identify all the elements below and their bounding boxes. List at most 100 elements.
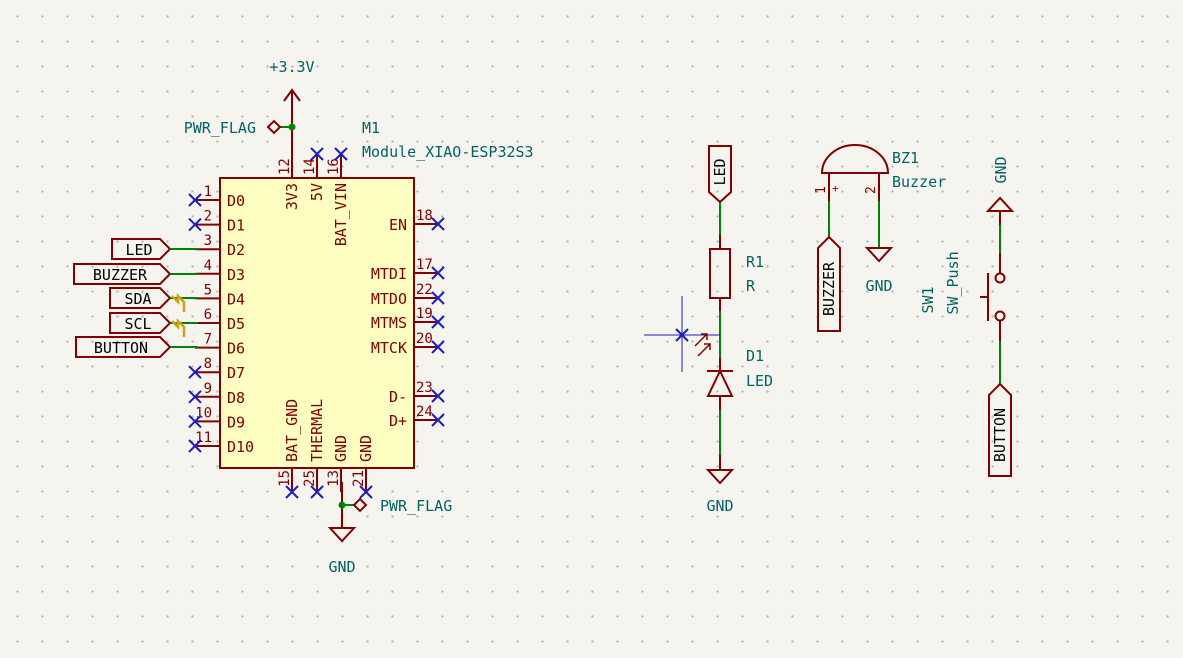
pin-name: MTDI	[371, 265, 407, 283]
gnd-main-label: GND	[328, 558, 355, 576]
power-gnd-switch[interactable]: GND	[985, 156, 1015, 225]
gnd-led-label: GND	[706, 497, 733, 515]
gnd-triangle-icon	[327, 527, 357, 543]
junction-dot	[338, 501, 346, 509]
net-label-text: SCL	[124, 315, 151, 333]
pwr-flag-diamond-icon	[266, 119, 282, 135]
pwr-flag-top[interactable]: PWR_FLAG	[184, 119, 296, 137]
pin-number: 23	[416, 380, 433, 396]
pin-name: 5V	[308, 183, 326, 201]
buzzer-ref: BZ1	[892, 149, 919, 167]
pin-number: 6	[204, 307, 212, 323]
net-label-buzzer[interactable]: BUZZER	[73, 263, 198, 285]
pin-number: 1	[204, 184, 212, 200]
net-label-scl[interactable]: SCL	[109, 312, 198, 337]
buzzer-pin2-num: 2	[864, 186, 879, 194]
pin-name: BAT_GND	[283, 399, 301, 462]
switch-contact-icon	[994, 272, 1006, 284]
pin-number: 5	[204, 282, 212, 298]
pin-number: 24	[416, 404, 433, 420]
power-gnd-buzzer[interactable]: GND	[864, 247, 894, 295]
module-value: Module_XIAO-ESP32S3	[362, 143, 534, 161]
pin-name: D0	[227, 192, 245, 210]
buzzer-value: Buzzer	[892, 173, 946, 191]
net-label-text: LED	[125, 241, 152, 259]
pin-name: MTMS	[371, 314, 407, 332]
net-label-text: BUTTON	[94, 339, 148, 357]
gnd-triangle-icon	[985, 196, 1015, 212]
no-connect-wire[interactable]	[644, 296, 720, 372]
resistor-ref: R1	[746, 253, 764, 271]
net-label-text: BUTTON	[991, 408, 1009, 462]
net-label-text: LED	[711, 158, 729, 185]
buzzer-pin1-num: 1	[814, 186, 829, 194]
buzzer-plus: +	[832, 182, 839, 195]
pin-number: 21	[351, 470, 367, 487]
pin-name: D3	[227, 266, 245, 284]
pin-number: 25	[302, 470, 318, 487]
net-label-button-right[interactable]: BUTTON	[988, 382, 1012, 477]
switch-sw1[interactable]: SW1 SW_Push	[919, 251, 1006, 341]
module-m1[interactable]: M1 Module_XIAO-ESP32S3 1 D02 D13 D24 D35 D46 D…	[188, 119, 534, 499]
pin-number: 17	[416, 257, 433, 273]
power-3v3[interactable]: +3.3V	[269, 58, 315, 154]
gnd-buzzer-label: GND	[865, 277, 892, 295]
pin-number: 7	[204, 332, 212, 348]
pin-name: D5	[227, 315, 245, 333]
pin-name: D10	[227, 438, 254, 456]
power-gnd-led[interactable]: GND	[705, 455, 735, 515]
pin-name: D+	[389, 412, 407, 430]
pin-number: 15	[277, 470, 293, 487]
pin-name: D1	[227, 217, 245, 235]
pin-name: GND	[357, 435, 375, 462]
led-d1[interactable]: D1 LED	[694, 333, 773, 410]
schematic-canvas[interactable]: M1 Module_XIAO-ESP32S3 1 D02 D13 D24 D35 D46 D…	[0, 0, 1183, 658]
pin-number: 9	[204, 381, 212, 397]
led-triangle-icon	[706, 368, 734, 397]
pin-name: 3V3	[283, 183, 301, 210]
pin-number: 22	[416, 282, 433, 298]
buzzer-body-icon	[820, 144, 890, 174]
gnd-triangle-icon	[705, 469, 735, 485]
pin-number: 13	[326, 470, 342, 487]
junction-dot	[288, 123, 296, 131]
pin-number: 2	[204, 209, 212, 225]
led-light-arrows-icon	[694, 333, 711, 357]
led-value: LED	[746, 372, 773, 390]
net-label-text: BUZZER	[93, 266, 148, 284]
pin-number: 19	[416, 306, 433, 322]
pin-name: D2	[227, 241, 245, 259]
net-label-button[interactable]: BUTTON	[75, 336, 198, 358]
switch-contact-icon	[994, 310, 1006, 322]
net-label-led-right[interactable]: LED	[708, 145, 732, 204]
pin-number: 18	[416, 208, 433, 224]
pin-name: GND	[332, 435, 350, 462]
net-label-sda[interactable]: SDA	[109, 287, 198, 312]
switch-value: SW_Push	[944, 251, 962, 314]
pin-number: 16	[326, 158, 342, 175]
pin-number: 14	[302, 158, 318, 175]
net-label-text: SDA	[124, 290, 151, 308]
pwr-flag-bottom[interactable]: PWR_FLAG	[338, 497, 453, 515]
resistor-r1[interactable]: R1 R	[709, 235, 764, 311]
buzzer-bz1[interactable]: 1 2 + BZ1 Buzzer	[814, 144, 946, 201]
led-ref: D1	[746, 347, 764, 365]
pin-name: D7	[227, 364, 245, 382]
pin-name: EN	[389, 216, 407, 234]
pin-number: 8	[204, 356, 212, 372]
gnd-triangle-icon	[864, 247, 894, 263]
net-label-led[interactable]: LED	[111, 238, 198, 260]
v33-label: +3.3V	[269, 58, 314, 76]
power-gnd-main[interactable]: GND	[327, 482, 357, 576]
pwr-flag-top-label: PWR_FLAG	[184, 119, 256, 137]
pwr-flag-bottom-label: PWR_FLAG	[380, 497, 452, 515]
net-label-text: BUZZER	[820, 261, 838, 316]
switch-ref: SW1	[919, 286, 937, 313]
resistor-value: R	[746, 277, 756, 295]
pwr-flag-diamond-icon	[352, 497, 368, 513]
pin-name: MTCK	[371, 339, 407, 357]
net-label-buzzer-right[interactable]: BUZZER	[817, 235, 841, 332]
pin-name: BAT_VIN	[332, 183, 350, 246]
pin-number: 12	[277, 158, 293, 175]
pin-name: D9	[227, 413, 245, 431]
